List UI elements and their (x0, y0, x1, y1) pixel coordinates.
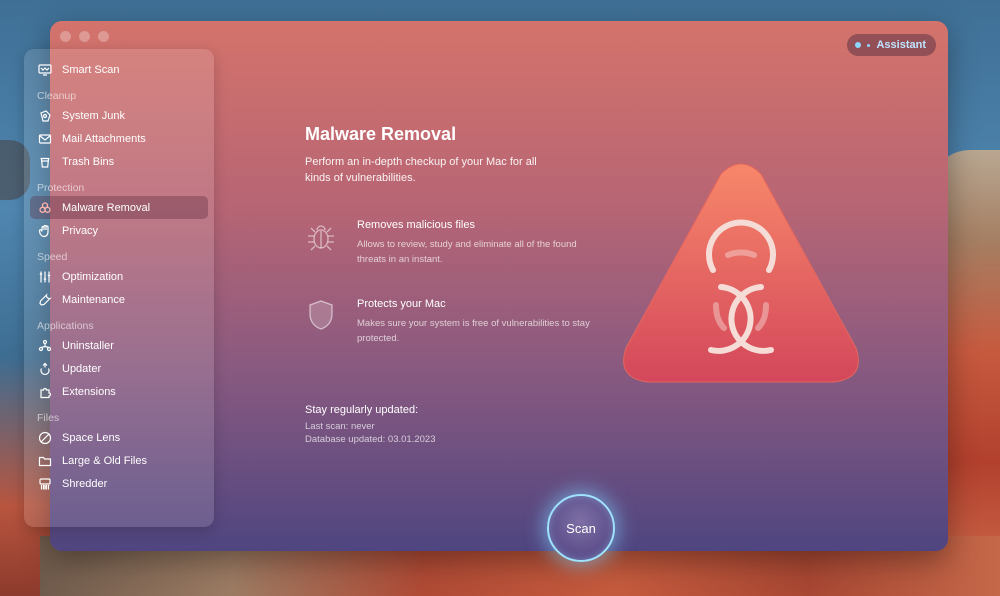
last-scan-text: Last scan: never (305, 421, 375, 432)
sidebar-item-optimization[interactable]: Optimization (30, 265, 208, 288)
sidebar-item-smart-scan[interactable]: Smart Scan (30, 58, 208, 81)
feature-removes-malicious-files: Removes malicious files Allows to review… (305, 219, 597, 267)
sidebar-item-trash-bins[interactable]: Trash Bins (30, 150, 208, 173)
sidebar-item-maintenance[interactable]: Maintenance (30, 288, 208, 311)
sliders-icon (39, 271, 51, 282)
sidebar-item-label: Extensions (62, 385, 116, 398)
zoom-window-button[interactable] (98, 31, 109, 42)
sidebar-item-large-old-files[interactable]: Large & Old Files (30, 449, 208, 472)
assistant-label: Assistant (876, 39, 926, 51)
assistant-button[interactable]: Assistant (847, 34, 936, 56)
sidebar-item-extensions[interactable]: Extensions (30, 380, 208, 403)
updater-icon (40, 362, 50, 375)
sidebar-item-label: Space Lens (62, 431, 121, 444)
page-title: Malware Removal (305, 124, 457, 144)
trash-icon (40, 157, 50, 168)
sidebar-item-label: Malware Removal (62, 201, 151, 214)
minimize-window-button[interactable] (79, 31, 90, 42)
envelope-icon (38, 133, 52, 144)
sidebar-item-mail-attachments[interactable]: Mail Attachments (30, 127, 208, 150)
sidebar-item-label: Maintenance (62, 293, 125, 306)
scan-button-label: Scan (566, 520, 596, 536)
sidebar-item-uninstaller[interactable]: Uninstaller (30, 334, 208, 357)
monitor-icon (38, 63, 52, 76)
page-subtitle: Perform an in-depth checkup of your Mac … (305, 156, 537, 184)
sidebar-item-label: Uninstaller (62, 339, 114, 352)
biohazard-emblem-icon (623, 163, 859, 383)
sidebar-section-files: Files (37, 412, 60, 424)
close-window-button[interactable] (60, 31, 71, 42)
sidebar-item-label: Smart Scan (62, 63, 120, 76)
uninstaller-icon (38, 339, 52, 351)
window-controls (60, 31, 109, 42)
extensions-icon (40, 387, 52, 398)
feature-description: Allows to review, study and eliminate al… (357, 239, 577, 265)
feature-description: Makes sure your system is free of vulner… (357, 318, 590, 344)
shredder-icon (39, 477, 51, 489)
sidebar-item-label: Mail Attachments (62, 132, 146, 145)
feature-protects-your-mac: Protects your Mac Makes sure your system… (305, 298, 597, 346)
biohazard-icon (39, 201, 51, 213)
assistant-dot-icon (855, 42, 862, 48)
feature-title: Removes malicious files (357, 219, 475, 231)
status-heading: Stay regularly updated: (305, 404, 419, 416)
sidebar-item-privacy[interactable]: Privacy (30, 219, 208, 242)
junk-icon (40, 109, 51, 122)
sidebar-item-label: Large & Old Files (62, 454, 147, 467)
database-updated-text: Database updated: 03.01.2023 (305, 434, 436, 445)
sidebar-item-label: Trash Bins (62, 155, 115, 168)
sidebar-item-label: System Junk (62, 109, 125, 122)
assistant-dot-small-icon (867, 43, 871, 47)
sidebar-section-protection: Protection (37, 182, 85, 194)
folder-icon (38, 456, 52, 466)
sidebar-item-label: Optimization (62, 270, 124, 283)
lens-icon (38, 431, 52, 444)
shield-icon (309, 300, 333, 330)
sidebar-item-label: Updater (62, 362, 102, 375)
feature-title: Protects your Mac (357, 298, 446, 310)
update-status: Stay regularly updated: Last scan: never… (305, 404, 435, 445)
sidebar-item-malware-removal[interactable]: Malware Removal (30, 196, 208, 219)
main-content: Malware Removal Perform an in-depth chec… (305, 124, 605, 445)
sidebar-item-space-lens[interactable]: Space Lens (30, 426, 208, 449)
sidebar-section-cleanup: Cleanup (37, 90, 77, 102)
wrench-icon (39, 292, 52, 306)
bug-icon (308, 225, 334, 251)
sidebar-item-label: Shredder (62, 477, 108, 490)
sidebar-item-updater[interactable]: Updater (30, 357, 208, 380)
sidebar-item-system-junk[interactable]: System Junk (30, 104, 208, 127)
sidebar-item-label: Privacy (62, 224, 99, 237)
sidebar: Smart Scan Cleanup System Junk Mail Atta… (24, 49, 214, 527)
hand-icon (38, 224, 49, 237)
sidebar-section-applications: Applications (37, 320, 94, 332)
scan-button[interactable]: Scan (547, 494, 615, 562)
sidebar-section-speed: Speed (37, 251, 68, 263)
sidebar-item-shredder[interactable]: Shredder (30, 472, 208, 495)
